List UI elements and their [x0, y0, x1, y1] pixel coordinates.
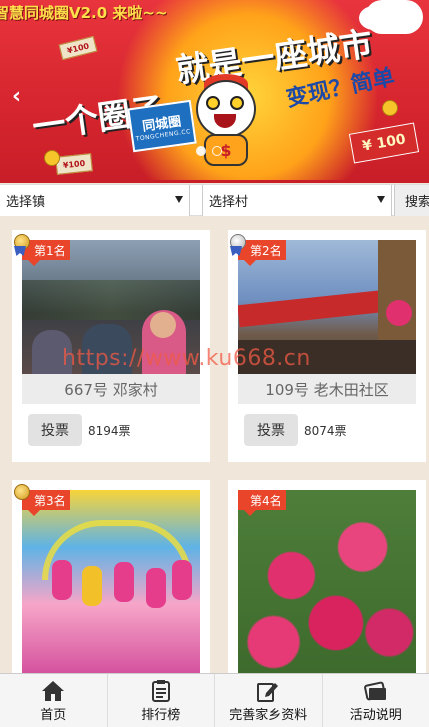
- entry-name: 667号 邓家村: [22, 374, 200, 404]
- home-icon: [41, 680, 65, 706]
- carousel-dot-active[interactable]: [196, 146, 206, 156]
- entry-card[interactable]: 第3名: [12, 480, 210, 680]
- village-select-value: 选择村: [209, 195, 249, 210]
- info-card-icon: [363, 680, 388, 706]
- entry-card[interactable]: 第4名: [228, 480, 426, 680]
- village-select[interactable]: 选择村: [202, 185, 392, 216]
- vote-button[interactable]: 投票: [244, 414, 298, 446]
- promo-banner[interactable]: 智慧同城圈V2.0 来啦~~ ¥100 ¥100 就是一座城市 一个圈子 同城圈…: [0, 0, 429, 183]
- coin-graphic: [382, 100, 398, 116]
- town-select-value: 选择镇: [6, 195, 46, 210]
- vote-count: 8194票: [88, 424, 131, 438]
- entry-card[interactable]: 第1名 667号 邓家村 投票 8194票: [12, 230, 210, 462]
- nav-edit-hometown[interactable]: 完善家乡资料: [215, 674, 323, 727]
- gold-medal-icon: [14, 484, 30, 500]
- nav-home[interactable]: 首页: [0, 674, 108, 727]
- dropdown-caret-icon: [175, 196, 183, 203]
- entry-photo[interactable]: [22, 490, 200, 680]
- carousel-dot[interactable]: [212, 146, 222, 156]
- entry-name: 109号 老木田社区: [238, 374, 416, 404]
- nav-activity-info[interactable]: 活动说明: [323, 674, 429, 727]
- entry-photo[interactable]: [22, 240, 200, 374]
- search-button[interactable]: 搜索: [394, 185, 429, 216]
- ranking-list-icon: [151, 680, 171, 706]
- nav-activity-info-label: 活动说明: [349, 708, 402, 723]
- vote-count: 8074票: [304, 424, 347, 438]
- filter-bar: 选择镇 选择村 搜索: [0, 184, 429, 216]
- tongchengquan-logo: 同城圈 TONGCHENG.CC: [127, 99, 197, 153]
- carousel-dots: [196, 146, 222, 156]
- banner-ticker-text: 智慧同城圈V2.0 来啦~~: [0, 4, 168, 22]
- nav-ranking[interactable]: 排行榜: [108, 674, 215, 727]
- edit-icon: [257, 680, 279, 706]
- coin-graphic: [44, 150, 60, 166]
- nav-home-label: 首页: [40, 708, 67, 723]
- banknote-graphic: ¥100: [55, 153, 93, 175]
- nav-edit-hometown-label: 完善家乡资料: [229, 708, 308, 723]
- entry-card[interactable]: 第2名 109号 老木田社区 投票 8074票: [228, 230, 426, 462]
- entry-photo[interactable]: [238, 490, 416, 680]
- carousel-prev-arrow-icon[interactable]: ‹: [12, 84, 21, 109]
- nav-ranking-label: 排行榜: [141, 708, 181, 723]
- town-select[interactable]: 选择镇: [0, 185, 190, 216]
- entry-photo[interactable]: [238, 240, 416, 374]
- dropdown-caret-icon: [377, 196, 385, 203]
- bottom-navigation: 首页 排行榜 完善家乡资料 活动说明: [0, 673, 429, 727]
- vote-button[interactable]: 投票: [28, 414, 82, 446]
- rank-tag: 第4名: [238, 490, 286, 516]
